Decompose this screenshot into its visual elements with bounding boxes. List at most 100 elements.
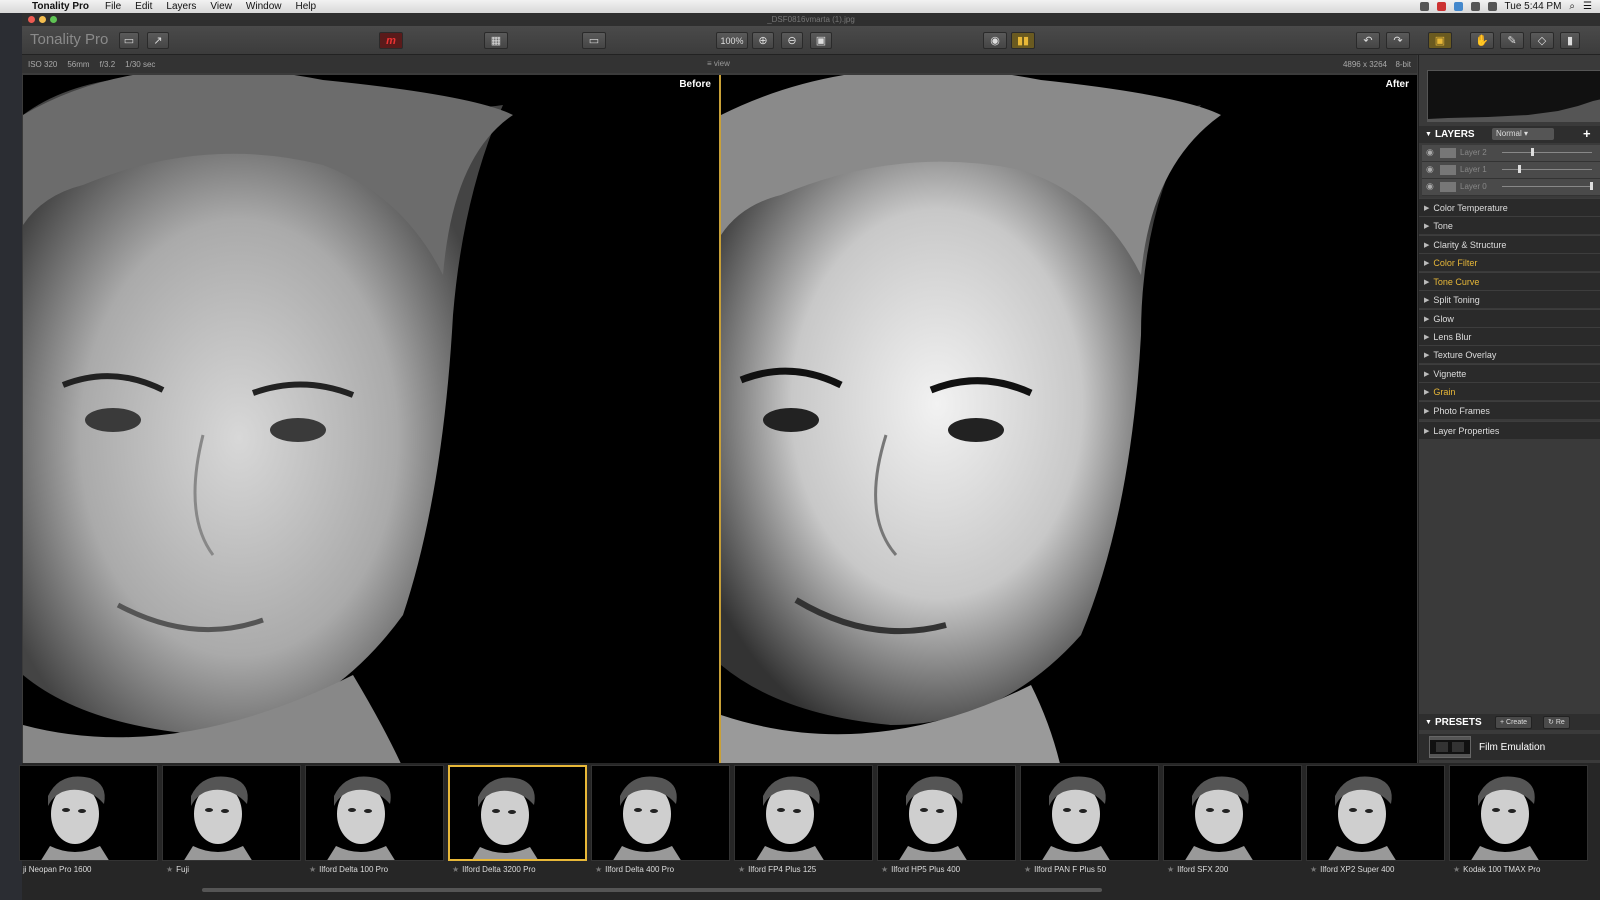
- wifi-icon[interactable]: [1470, 2, 1480, 11]
- preset-label[interactable]: ★ Ilford Delta 100 Pro: [309, 865, 388, 874]
- layer-row[interactable]: ◉ Layer 2: [1422, 145, 1600, 162]
- add-layer-button[interactable]: +: [1583, 126, 1591, 141]
- layer-opacity-knob[interactable]: [1517, 165, 1521, 173]
- preset-thumbnail[interactable]: [448, 765, 587, 861]
- before-after-button[interactable]: ▮▮: [1011, 32, 1035, 49]
- before-image-pane[interactable]: Before: [23, 75, 719, 768]
- export-button[interactable]: ↗: [147, 32, 169, 49]
- favorite-star-icon[interactable]: ★: [309, 865, 316, 874]
- adjustment-section[interactable]: ▶ Layer Properties: [1419, 421, 1600, 439]
- preset-label[interactable]: ★ Ilford PAN F Plus 50: [1024, 865, 1106, 874]
- favorite-star-icon[interactable]: ★: [1167, 865, 1174, 874]
- menu-edit[interactable]: Edit: [135, 1, 152, 12]
- preset-label[interactable]: ★ Ilford Delta 3200 Pro: [452, 865, 536, 874]
- favorite-star-icon[interactable]: ★: [166, 865, 173, 874]
- redo-button[interactable]: ↷: [1386, 32, 1410, 49]
- volume-icon[interactable]: [1487, 2, 1497, 11]
- preset-label[interactable]: ★ Ilford Delta 400 Pro: [595, 865, 674, 874]
- preset-label[interactable]: ★ Ilford FP4 Plus 125: [738, 865, 816, 874]
- adjustment-section[interactable]: ▶ Tone Curve: [1419, 272, 1600, 290]
- favorite-star-icon[interactable]: ★: [1453, 865, 1460, 874]
- adjustment-section[interactable]: ▶ Clarity & Structure: [1419, 235, 1600, 253]
- zoom-out-button[interactable]: ⊖: [781, 32, 803, 49]
- grid-view-button[interactable]: ▦: [484, 32, 508, 49]
- preset-label[interactable]: ★ Fuji: [166, 865, 189, 874]
- macphun-button[interactable]: m: [379, 32, 403, 49]
- eye-icon[interactable]: ◉: [1426, 181, 1434, 192]
- zoom-level[interactable]: 100%: [716, 32, 748, 49]
- blend-mode-select[interactable]: Normal ▾: [1492, 128, 1554, 140]
- adjustment-section[interactable]: ▶ Split Toning: [1419, 290, 1600, 308]
- preset-thumbnail[interactable]: [305, 765, 444, 861]
- filmstrip-scrollbar[interactable]: [202, 888, 1102, 892]
- layers-panel-header[interactable]: ▼ LAYERS Normal ▾ +: [1419, 126, 1600, 143]
- preset-label[interactable]: ★ Ilford HP5 Plus 400: [881, 865, 960, 874]
- layer-row[interactable]: ◉ Layer 0: [1422, 179, 1600, 196]
- view-toggle[interactable]: ≡ view: [707, 59, 730, 68]
- eye-icon[interactable]: ◉: [1426, 164, 1434, 175]
- search-icon[interactable]: ⌕: [1569, 1, 1575, 12]
- create-preset-button[interactable]: + Create: [1495, 716, 1533, 729]
- preview-toggle-button[interactable]: ◉: [983, 32, 1007, 49]
- reset-preset-button[interactable]: ↻ Re: [1543, 716, 1570, 729]
- adjustment-section[interactable]: ▶ Tone: [1419, 216, 1600, 234]
- preset-thumbnail[interactable]: [19, 765, 158, 861]
- preset-thumbnail[interactable]: [1020, 765, 1159, 861]
- menubar-app-name[interactable]: Tonality Pro: [32, 1, 89, 12]
- panel-toggle-button[interactable]: ▮: [1560, 32, 1580, 49]
- preset-category-selector[interactable]: Film Emulation: [1419, 734, 1600, 760]
- favorite-star-icon[interactable]: ★: [881, 865, 888, 874]
- preset-label[interactable]: ji Neopan Pro 1600: [23, 865, 92, 874]
- preset-thumbnail[interactable]: [1163, 765, 1302, 861]
- favorite-star-icon[interactable]: ★: [738, 865, 745, 874]
- adjustment-section[interactable]: ▶ Color Filter: [1419, 253, 1600, 271]
- presets-panel-header[interactable]: ▼ PRESETS + Create ↻ Re: [1419, 714, 1600, 730]
- menubar-clock[interactable]: Tue 5:44 PM: [1505, 1, 1562, 12]
- list-icon[interactable]: ☰: [1583, 1, 1592, 12]
- menu-help[interactable]: Help: [296, 1, 317, 12]
- adjustment-section[interactable]: ▶ Vignette: [1419, 364, 1600, 382]
- eraser-tool-button[interactable]: ◇: [1530, 32, 1554, 49]
- hand-tool-button[interactable]: ✋: [1470, 32, 1494, 49]
- favorite-star-icon[interactable]: ★: [452, 865, 459, 874]
- adjustment-section[interactable]: ▶ Glow: [1419, 309, 1600, 327]
- minimize-window-button[interactable]: [39, 16, 46, 23]
- compare-view-button[interactable]: ▭: [582, 32, 606, 49]
- adjustment-section[interactable]: ▶ Grain: [1419, 382, 1600, 400]
- layer-opacity-knob[interactable]: [1590, 182, 1593, 190]
- adjustment-section[interactable]: ▶ Photo Frames: [1419, 401, 1600, 419]
- preset-thumbnail[interactable]: [591, 765, 730, 861]
- layer-opacity-slider[interactable]: [1502, 169, 1592, 170]
- preset-thumbnail[interactable]: [162, 765, 301, 861]
- layer-opacity-knob[interactable]: [1531, 148, 1535, 156]
- after-image-pane[interactable]: After: [721, 75, 1417, 768]
- status-icon[interactable]: [1419, 2, 1429, 11]
- brush-tool-button[interactable]: ✎: [1500, 32, 1524, 49]
- undo-button[interactable]: ↶: [1356, 32, 1380, 49]
- favorite-star-icon[interactable]: ★: [595, 865, 602, 874]
- zoom-window-button[interactable]: [50, 16, 57, 23]
- status-icon[interactable]: [1453, 2, 1463, 11]
- status-icon[interactable]: [1436, 2, 1446, 11]
- preset-thumbnail[interactable]: [877, 765, 1016, 861]
- menu-view[interactable]: View: [210, 1, 232, 12]
- menu-window[interactable]: Window: [246, 1, 282, 12]
- favorite-star-icon[interactable]: ★: [1310, 865, 1317, 874]
- preset-thumbnail[interactable]: [1306, 765, 1445, 861]
- eye-icon[interactable]: ◉: [1426, 147, 1434, 158]
- preset-label[interactable]: ★ Kodak 100 TMAX Pro: [1453, 865, 1540, 874]
- preset-thumbnail[interactable]: [1449, 765, 1588, 861]
- adjustment-section[interactable]: ▶ Texture Overlay: [1419, 345, 1600, 363]
- zoom-in-button[interactable]: ⊕: [752, 32, 774, 49]
- adjustment-section[interactable]: ▶ Color Temperature: [1419, 198, 1600, 216]
- layer-opacity-slider[interactable]: [1502, 186, 1592, 187]
- layer-opacity-slider[interactable]: [1502, 152, 1592, 153]
- preset-label[interactable]: ★ Ilford XP2 Super 400: [1310, 865, 1394, 874]
- favorite-star-icon[interactable]: ★: [1024, 865, 1031, 874]
- close-window-button[interactable]: [28, 16, 35, 23]
- menu-file[interactable]: File: [105, 1, 121, 12]
- preset-label[interactable]: ★ Ilford SFX 200: [1167, 865, 1228, 874]
- preset-thumbnail[interactable]: [734, 765, 873, 861]
- image-tool-button[interactable]: ▣: [1428, 32, 1452, 49]
- menu-layers[interactable]: Layers: [166, 1, 196, 12]
